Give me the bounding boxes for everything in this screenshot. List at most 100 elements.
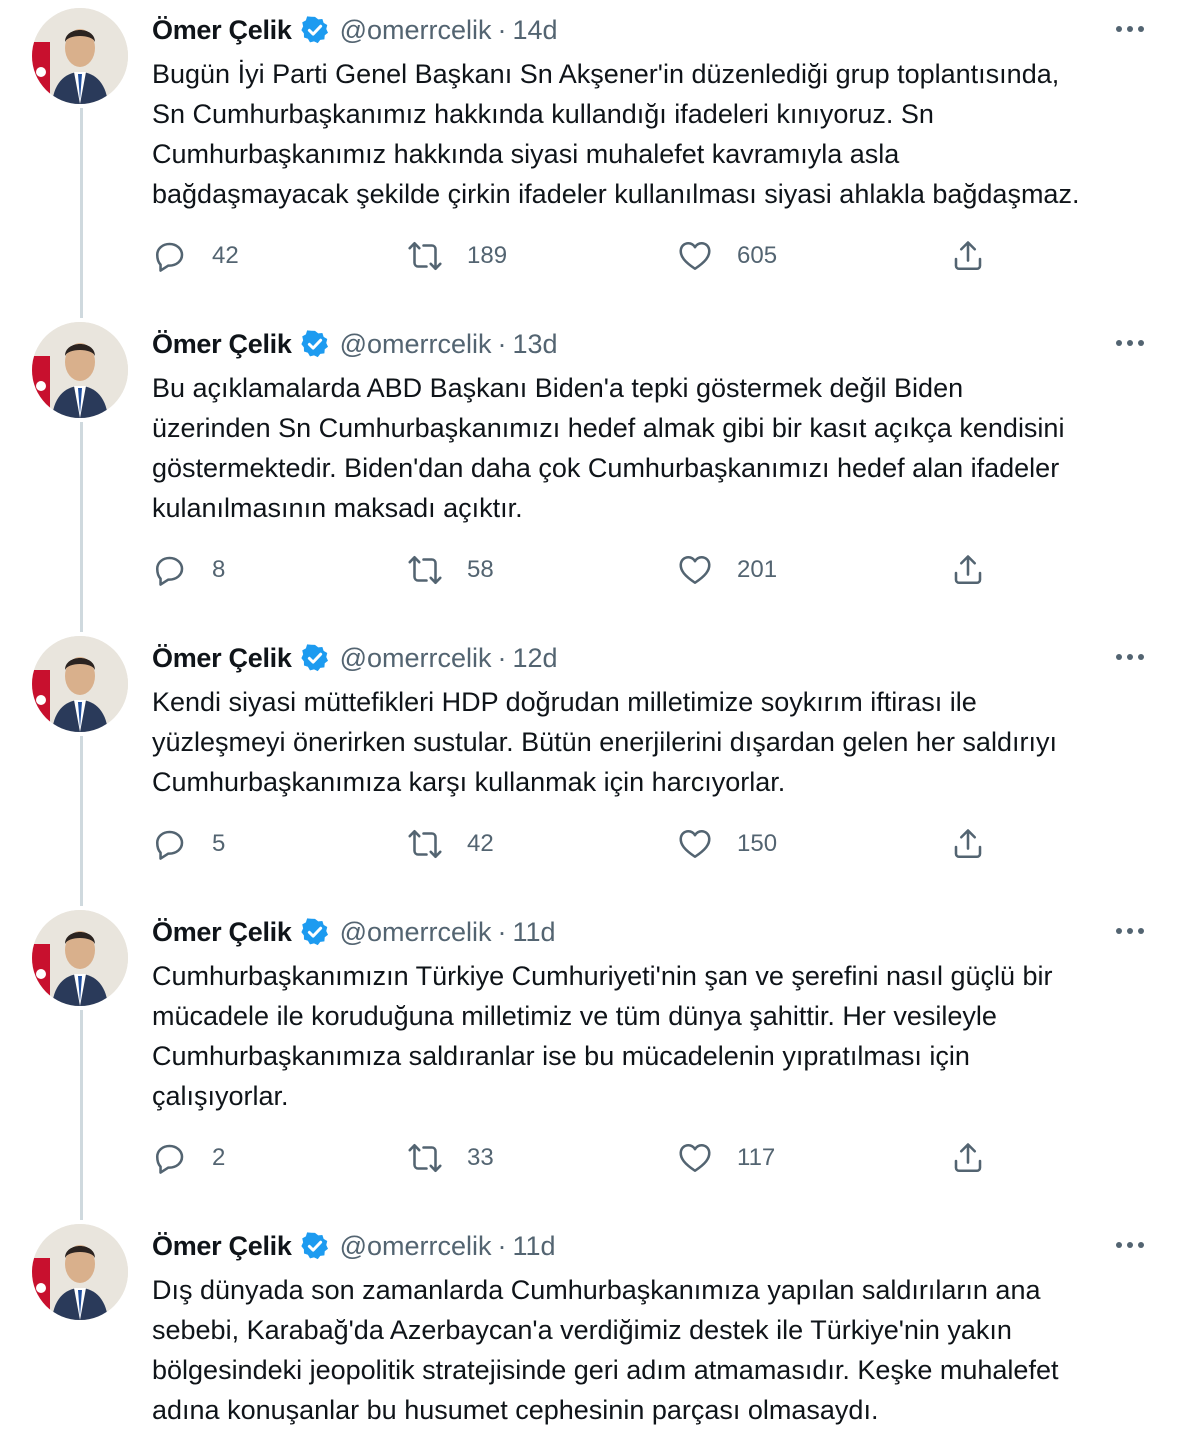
retweet-button[interactable]: 58 xyxy=(407,548,494,592)
like-button[interactable]: 201 xyxy=(677,548,777,592)
tweet-text-line: yüzleşmeyi önerirken sustular. Bütün ene… xyxy=(152,727,1057,757)
like-button[interactable]: 150 xyxy=(677,822,777,866)
tweet-time[interactable]: 14d xyxy=(513,15,558,46)
more-horizontal-icon xyxy=(1116,26,1144,32)
heart-icon xyxy=(679,555,711,585)
tweet-text-line: Sn Cumhurbaşkanımız hakkında kullandığı … xyxy=(152,99,934,129)
more-options-button[interactable] xyxy=(1112,1228,1148,1262)
tweet-text-line: Cumhurbaşkanımız hakkında siyasi muhalef… xyxy=(152,139,900,169)
more-horizontal-icon xyxy=(1116,654,1144,660)
avatar[interactable] xyxy=(32,636,128,732)
tweet-text-line: sebebi, Karabağ'da Azerbaycan'a verdiğim… xyxy=(152,1315,1012,1345)
retweet-count: 58 xyxy=(467,556,494,583)
tweet-text-line: Cumhurbaşkanımıza karşı kullanmak için h… xyxy=(152,767,786,797)
tweet-text-line: Kendi siyasi müttefikleri HDP doğrudan m… xyxy=(152,687,977,717)
like-count: 605 xyxy=(737,242,778,269)
avatar[interactable] xyxy=(32,910,128,1006)
like-button[interactable]: 605 xyxy=(677,234,777,278)
author-handle[interactable]: @omerrcelik xyxy=(340,329,492,360)
reply-button[interactable]: 5 xyxy=(152,822,225,866)
reply-count: 8 xyxy=(212,556,226,583)
share-button[interactable] xyxy=(950,234,986,278)
author-handle[interactable]: @omerrcelik xyxy=(340,1231,492,1262)
share-button[interactable] xyxy=(950,822,986,866)
tweet-time[interactable]: 13d xyxy=(513,329,558,360)
avatar[interactable] xyxy=(32,8,128,104)
author-name[interactable]: Ömer Çelik xyxy=(152,1231,292,1262)
retweet-count: 189 xyxy=(467,242,508,269)
author-handle[interactable]: @omerrcelik xyxy=(340,643,492,674)
more-options-button[interactable] xyxy=(1112,914,1148,948)
more-options-button[interactable] xyxy=(1112,326,1148,360)
reply-icon xyxy=(155,242,184,272)
retweet-button[interactable]: 189 xyxy=(407,234,507,278)
tweet-text-line: göstermektedir. Biden'dan daha çok Cumhu… xyxy=(152,453,1060,483)
meta-separator: · xyxy=(497,14,507,45)
retweet-button[interactable]: 33 xyxy=(407,1136,494,1180)
retweet-count: 42 xyxy=(467,830,494,857)
tweet-text-line: üzerinden Sn Cumhurbaşkanımızı hedef alm… xyxy=(152,413,1065,443)
heart-icon xyxy=(679,829,711,859)
tweet-text-line: kulanılmasının maksadı açıktır. xyxy=(152,493,523,523)
share-icon xyxy=(954,555,982,585)
tweet-time[interactable]: 11d xyxy=(513,1231,556,1262)
author-name[interactable]: Ömer Çelik xyxy=(152,917,292,948)
avatar-photo xyxy=(32,1224,128,1320)
retweet-icon xyxy=(408,829,442,859)
more-horizontal-icon xyxy=(1116,340,1144,346)
reply-count: 42 xyxy=(212,242,239,269)
like-button[interactable]: 117 xyxy=(677,1136,775,1180)
tweet[interactable]: Ömer Çelik @omerrcelik · 14d Bugün İyi P… xyxy=(0,4,1200,294)
tweet-actions: 42 189 605 xyxy=(152,234,1012,278)
avatar-photo xyxy=(32,910,128,1006)
share-button[interactable] xyxy=(950,1136,986,1180)
reply-count: 5 xyxy=(212,830,226,857)
share-button[interactable] xyxy=(950,548,986,592)
tweet-header: Ömer Çelik @omerrcelik · 14d xyxy=(152,10,558,50)
tweet[interactable]: Ömer Çelik @omerrcelik · 11d Dış dünyada… xyxy=(0,1220,1200,1428)
avatar-photo xyxy=(32,636,128,732)
verified-badge-icon xyxy=(300,330,328,358)
meta-separator: · xyxy=(497,916,507,947)
avatar[interactable] xyxy=(32,1224,128,1320)
tweet-text-line: adına konuşanlar bu husumet cephesinin p… xyxy=(152,1395,879,1425)
tweet-text-line: Dış dünyada son zamanlarda Cumhurbaşkanı… xyxy=(152,1275,1041,1305)
tweet-text: Cumhurbaşkanımızın Türkiye Cumhuriyeti'n… xyxy=(152,956,1152,1116)
tweet-text-line: çalışıyorlar. xyxy=(152,1081,289,1111)
tweet-text-line: bölgesindeki jeopolitik stratejisinde ge… xyxy=(152,1355,1059,1385)
author-handle[interactable]: @omerrcelik xyxy=(340,917,492,948)
tweet-header: Ömer Çelik @omerrcelik · 11d xyxy=(152,1226,556,1266)
tweet[interactable]: Ömer Çelik @omerrcelik · 11d Cumhurbaşka… xyxy=(0,906,1200,1196)
heart-icon xyxy=(679,1143,711,1173)
tweet-text: Kendi siyasi müttefikleri HDP doğrudan m… xyxy=(152,682,1152,802)
timeline: Ömer Çelik @omerrcelik · 14d Bugün İyi P… xyxy=(0,0,1200,1428)
tweet-actions: 5 42 150 xyxy=(152,822,1012,866)
reply-icon xyxy=(155,1144,184,1174)
retweet-count: 33 xyxy=(467,1144,494,1171)
tweet-time[interactable]: 11d xyxy=(513,917,556,948)
author-name[interactable]: Ömer Çelik xyxy=(152,15,292,46)
author-name[interactable]: Ömer Çelik xyxy=(152,643,292,674)
heart-icon xyxy=(679,241,711,271)
reply-button[interactable]: 2 xyxy=(152,1136,225,1180)
tweet-text: Bu açıklamalarda ABD Başkanı Biden'a tep… xyxy=(152,368,1152,528)
tweet-header: Ömer Çelik @omerrcelik · 13d xyxy=(152,324,558,364)
more-options-button[interactable] xyxy=(1112,640,1148,674)
reply-button[interactable]: 8 xyxy=(152,548,225,592)
more-options-button[interactable] xyxy=(1112,12,1148,46)
more-horizontal-icon xyxy=(1116,928,1144,934)
meta-separator: · xyxy=(497,328,507,359)
tweet-time[interactable]: 12d xyxy=(513,643,558,674)
avatar[interactable] xyxy=(32,322,128,418)
retweet-button[interactable]: 42 xyxy=(407,822,494,866)
tweet[interactable]: Ömer Çelik @omerrcelik · 12d Kendi siyas… xyxy=(0,632,1200,882)
reply-button[interactable]: 42 xyxy=(152,234,239,278)
avatar-photo xyxy=(32,8,128,104)
tweet[interactable]: Ömer Çelik @omerrcelik · 13d Bu açıklama… xyxy=(0,318,1200,608)
author-name[interactable]: Ömer Çelik xyxy=(152,329,292,360)
author-handle[interactable]: @omerrcelik xyxy=(340,15,492,46)
share-icon xyxy=(954,829,982,859)
share-icon xyxy=(954,1143,982,1173)
like-count: 117 xyxy=(737,1144,776,1171)
tweet-text: Dış dünyada son zamanlarda Cumhurbaşkanı… xyxy=(152,1270,1152,1430)
